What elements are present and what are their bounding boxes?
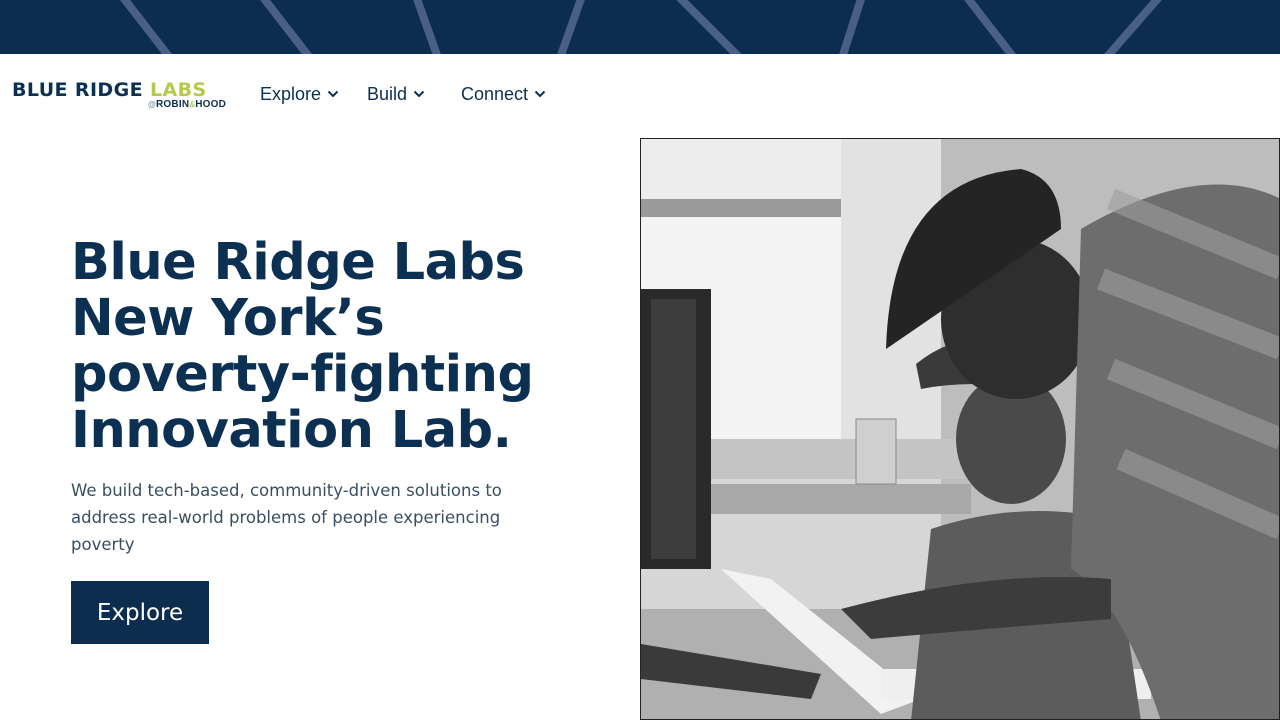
- banner-pattern: [120, 0, 1162, 54]
- logo-text-labs: LABS: [150, 79, 207, 101]
- hero-subtext: We build tech-based, community-driven so…: [71, 481, 502, 554]
- nav-build[interactable]: Build: [367, 82, 425, 106]
- headline-line-3: poverty-fighting: [71, 345, 534, 404]
- nav-explore[interactable]: Explore: [260, 82, 339, 106]
- explore-button[interactable]: Explore: [71, 581, 209, 644]
- hero-photo: [640, 138, 1280, 720]
- logo-text-blue-ridge: BLUE RIDGE: [12, 79, 150, 101]
- logo-at: @: [148, 100, 157, 109]
- headline-line-1: Blue Ridge Labs: [71, 233, 525, 292]
- nav-build-label: Build: [367, 83, 408, 104]
- logo-robin: ROBIN: [156, 99, 190, 110]
- hero-headline: Blue Ridge Labs New York’s poverty-fight…: [71, 235, 631, 459]
- site-logo[interactable]: BLUE RIDGE LABS @ROBIN&HOOD: [12, 79, 226, 113]
- nav-connect-label: Connect: [461, 83, 529, 104]
- logo-subtitle: @ROBIN&HOOD: [148, 99, 226, 111]
- chevron-down-icon: [327, 90, 339, 98]
- logo-hood: HOOD: [195, 99, 227, 110]
- chevron-down-icon: [534, 90, 546, 98]
- navbar: BLUE RIDGE LABS @ROBIN&HOOD Explore Buil…: [0, 54, 1280, 138]
- nav-connect[interactable]: Connect: [461, 82, 546, 106]
- top-banner: [0, 0, 1280, 54]
- nav-explore-label: Explore: [260, 83, 322, 104]
- headline-line-4: Innovation Lab.: [71, 401, 512, 460]
- headline-line-2: New York’s: [71, 289, 385, 348]
- logo-wordmark: BLUE RIDGE LABS: [12, 79, 207, 101]
- chevron-down-icon: [413, 90, 425, 98]
